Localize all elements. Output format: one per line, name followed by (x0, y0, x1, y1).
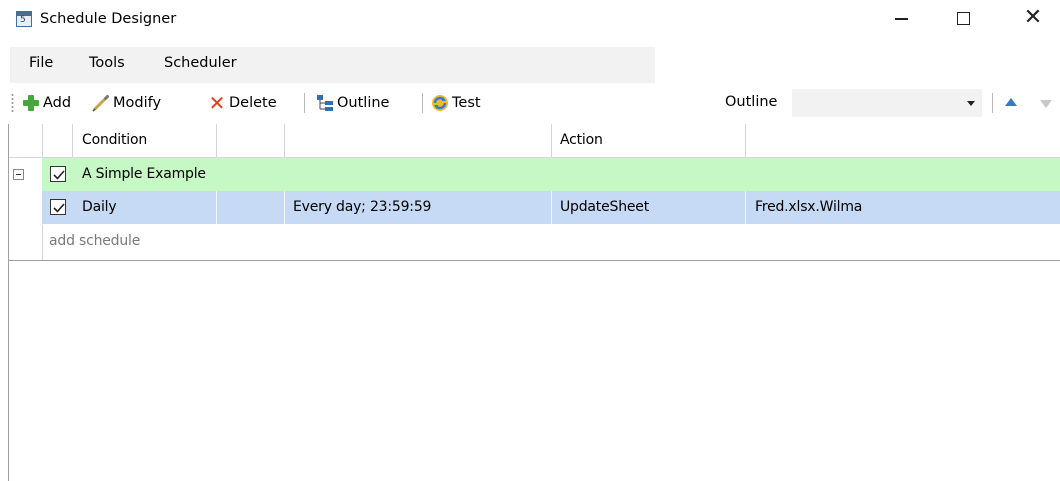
group-checkbox[interactable] (50, 166, 66, 182)
menu-tools[interactable]: Tools (89, 47, 125, 83)
schedule-name: Daily (82, 199, 117, 215)
toolbar-separator (992, 93, 993, 113)
toolbar-grip[interactable] (11, 93, 14, 113)
toolbar: Add Modify ✕ Delete Outline Test Outline (0, 85, 1060, 121)
test-label: Test (452, 95, 481, 111)
delete-button[interactable]: ✕ Delete (208, 85, 277, 121)
view-select-dropdown[interactable] (792, 89, 982, 117)
maximize-icon (956, 11, 970, 25)
outline-label: Outline (337, 95, 390, 111)
modify-button[interactable]: Modify (92, 85, 161, 121)
delete-label: Delete (229, 95, 277, 111)
window-title: Schedule Designer (40, 11, 177, 27)
chevron-down-icon[interactable] (967, 101, 975, 106)
add-schedule-row[interactable]: add schedule (9, 225, 1060, 260)
row-checkbox[interactable] (50, 199, 66, 215)
add-schedule-placeholder[interactable]: add schedule (49, 225, 140, 260)
delete-x-icon: ✕ (208, 91, 226, 115)
close-button[interactable]: ✕ (1010, 0, 1056, 36)
schedule-action: UpdateSheet (560, 199, 649, 215)
move-down-icon[interactable] (1040, 100, 1052, 108)
outline-button[interactable]: Outline (316, 85, 389, 121)
table-row[interactable]: Daily Every day; 23:59:59 UpdateSheet Fr… (9, 191, 1060, 224)
column-header-action[interactable]: Action (560, 124, 603, 157)
menu-bar: File Tools Scheduler (10, 47, 655, 83)
column-header-condition[interactable]: Condition (82, 124, 147, 157)
schedule-condition: Every day; 23:59:59 (293, 199, 432, 215)
add-button[interactable]: Add (22, 85, 71, 121)
view-select-label[interactable]: Outline (725, 85, 777, 121)
modify-label: Modify (113, 95, 162, 111)
toolbar-separator (422, 93, 423, 113)
calendar-icon: 5 (16, 11, 32, 27)
add-label: Add (43, 95, 72, 111)
title-bar: 5 Schedule Designer ✕ (0, 0, 1060, 38)
group-row[interactable]: A Simple Example (9, 158, 1060, 191)
refresh-icon (431, 94, 449, 112)
menu-scheduler[interactable]: Scheduler (164, 47, 237, 83)
plus-icon (22, 94, 40, 112)
move-up-icon[interactable] (1005, 98, 1017, 106)
outline-tree-icon (316, 94, 334, 112)
maximize-button[interactable] (940, 0, 986, 36)
minimize-icon (894, 18, 908, 20)
minimize-button[interactable] (878, 0, 924, 36)
toolbar-separator (304, 93, 305, 113)
schedule-grid: Condition Action A Simple Example Daily … (8, 124, 1060, 481)
schedule-target: Fred.xlsx.Wilma (755, 199, 863, 215)
menu-file[interactable]: File (29, 47, 53, 83)
group-name: A Simple Example (82, 166, 206, 182)
pencil-icon (92, 94, 110, 112)
test-button[interactable]: Test (431, 85, 481, 121)
collapse-icon[interactable] (13, 169, 24, 180)
grid-header: Condition Action (9, 124, 1060, 158)
